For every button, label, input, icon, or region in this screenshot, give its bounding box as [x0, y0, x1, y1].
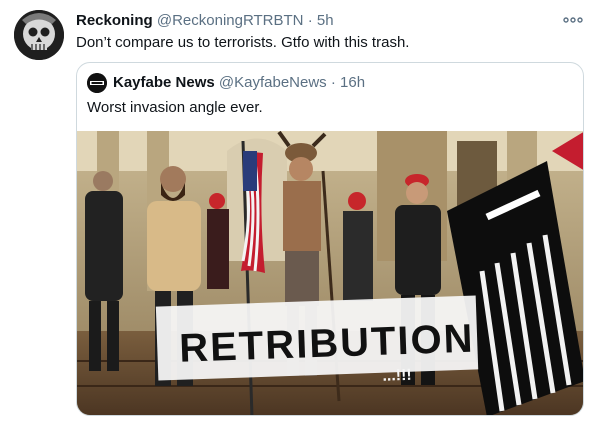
- more-options-button[interactable]: [562, 10, 584, 30]
- tweet-time[interactable]: 5h: [317, 12, 334, 29]
- quote-media-image[interactable]: RETRIBUTION ...!!!: [77, 131, 583, 415]
- separator-dot: ·: [307, 12, 313, 29]
- tweet-card[interactable]: Reckoning @ReckoningRTRBTN · 5h Don’t co…: [0, 0, 600, 421]
- quote-author-name[interactable]: Kayfabe News: [113, 74, 215, 91]
- quote-separator-dot: ·: [330, 74, 336, 91]
- author-handle[interactable]: @ReckoningRTRBTN: [157, 12, 304, 29]
- skull-avatar-icon: [14, 10, 64, 60]
- capitol-photo: RETRIBUTION ...!!!: [77, 131, 583, 415]
- quote-time[interactable]: 16h: [340, 74, 365, 91]
- more-dots-icon: [563, 17, 583, 23]
- quote-header: Kayfabe News @KayfabeNews · 16h: [113, 73, 365, 93]
- quote-author-avatar[interactable]: [87, 73, 107, 93]
- quoted-tweet[interactable]: Kayfabe News @KayfabeNews · 16h Worst in…: [76, 62, 584, 416]
- tweet-header: Reckoning @ReckoningRTRBTN · 5h: [76, 11, 334, 31]
- kayfabe-logo-icon: [87, 73, 107, 93]
- tweet-text: Don’t compare us to terrorists. Gtfo wit…: [76, 34, 410, 51]
- author-name[interactable]: Reckoning: [76, 12, 153, 29]
- author-avatar[interactable]: [14, 10, 64, 60]
- overlay-suffix: ...!!!: [382, 367, 412, 385]
- quote-author-handle[interactable]: @KayfabeNews: [219, 74, 327, 91]
- quote-text: Worst invasion angle ever.: [87, 99, 263, 116]
